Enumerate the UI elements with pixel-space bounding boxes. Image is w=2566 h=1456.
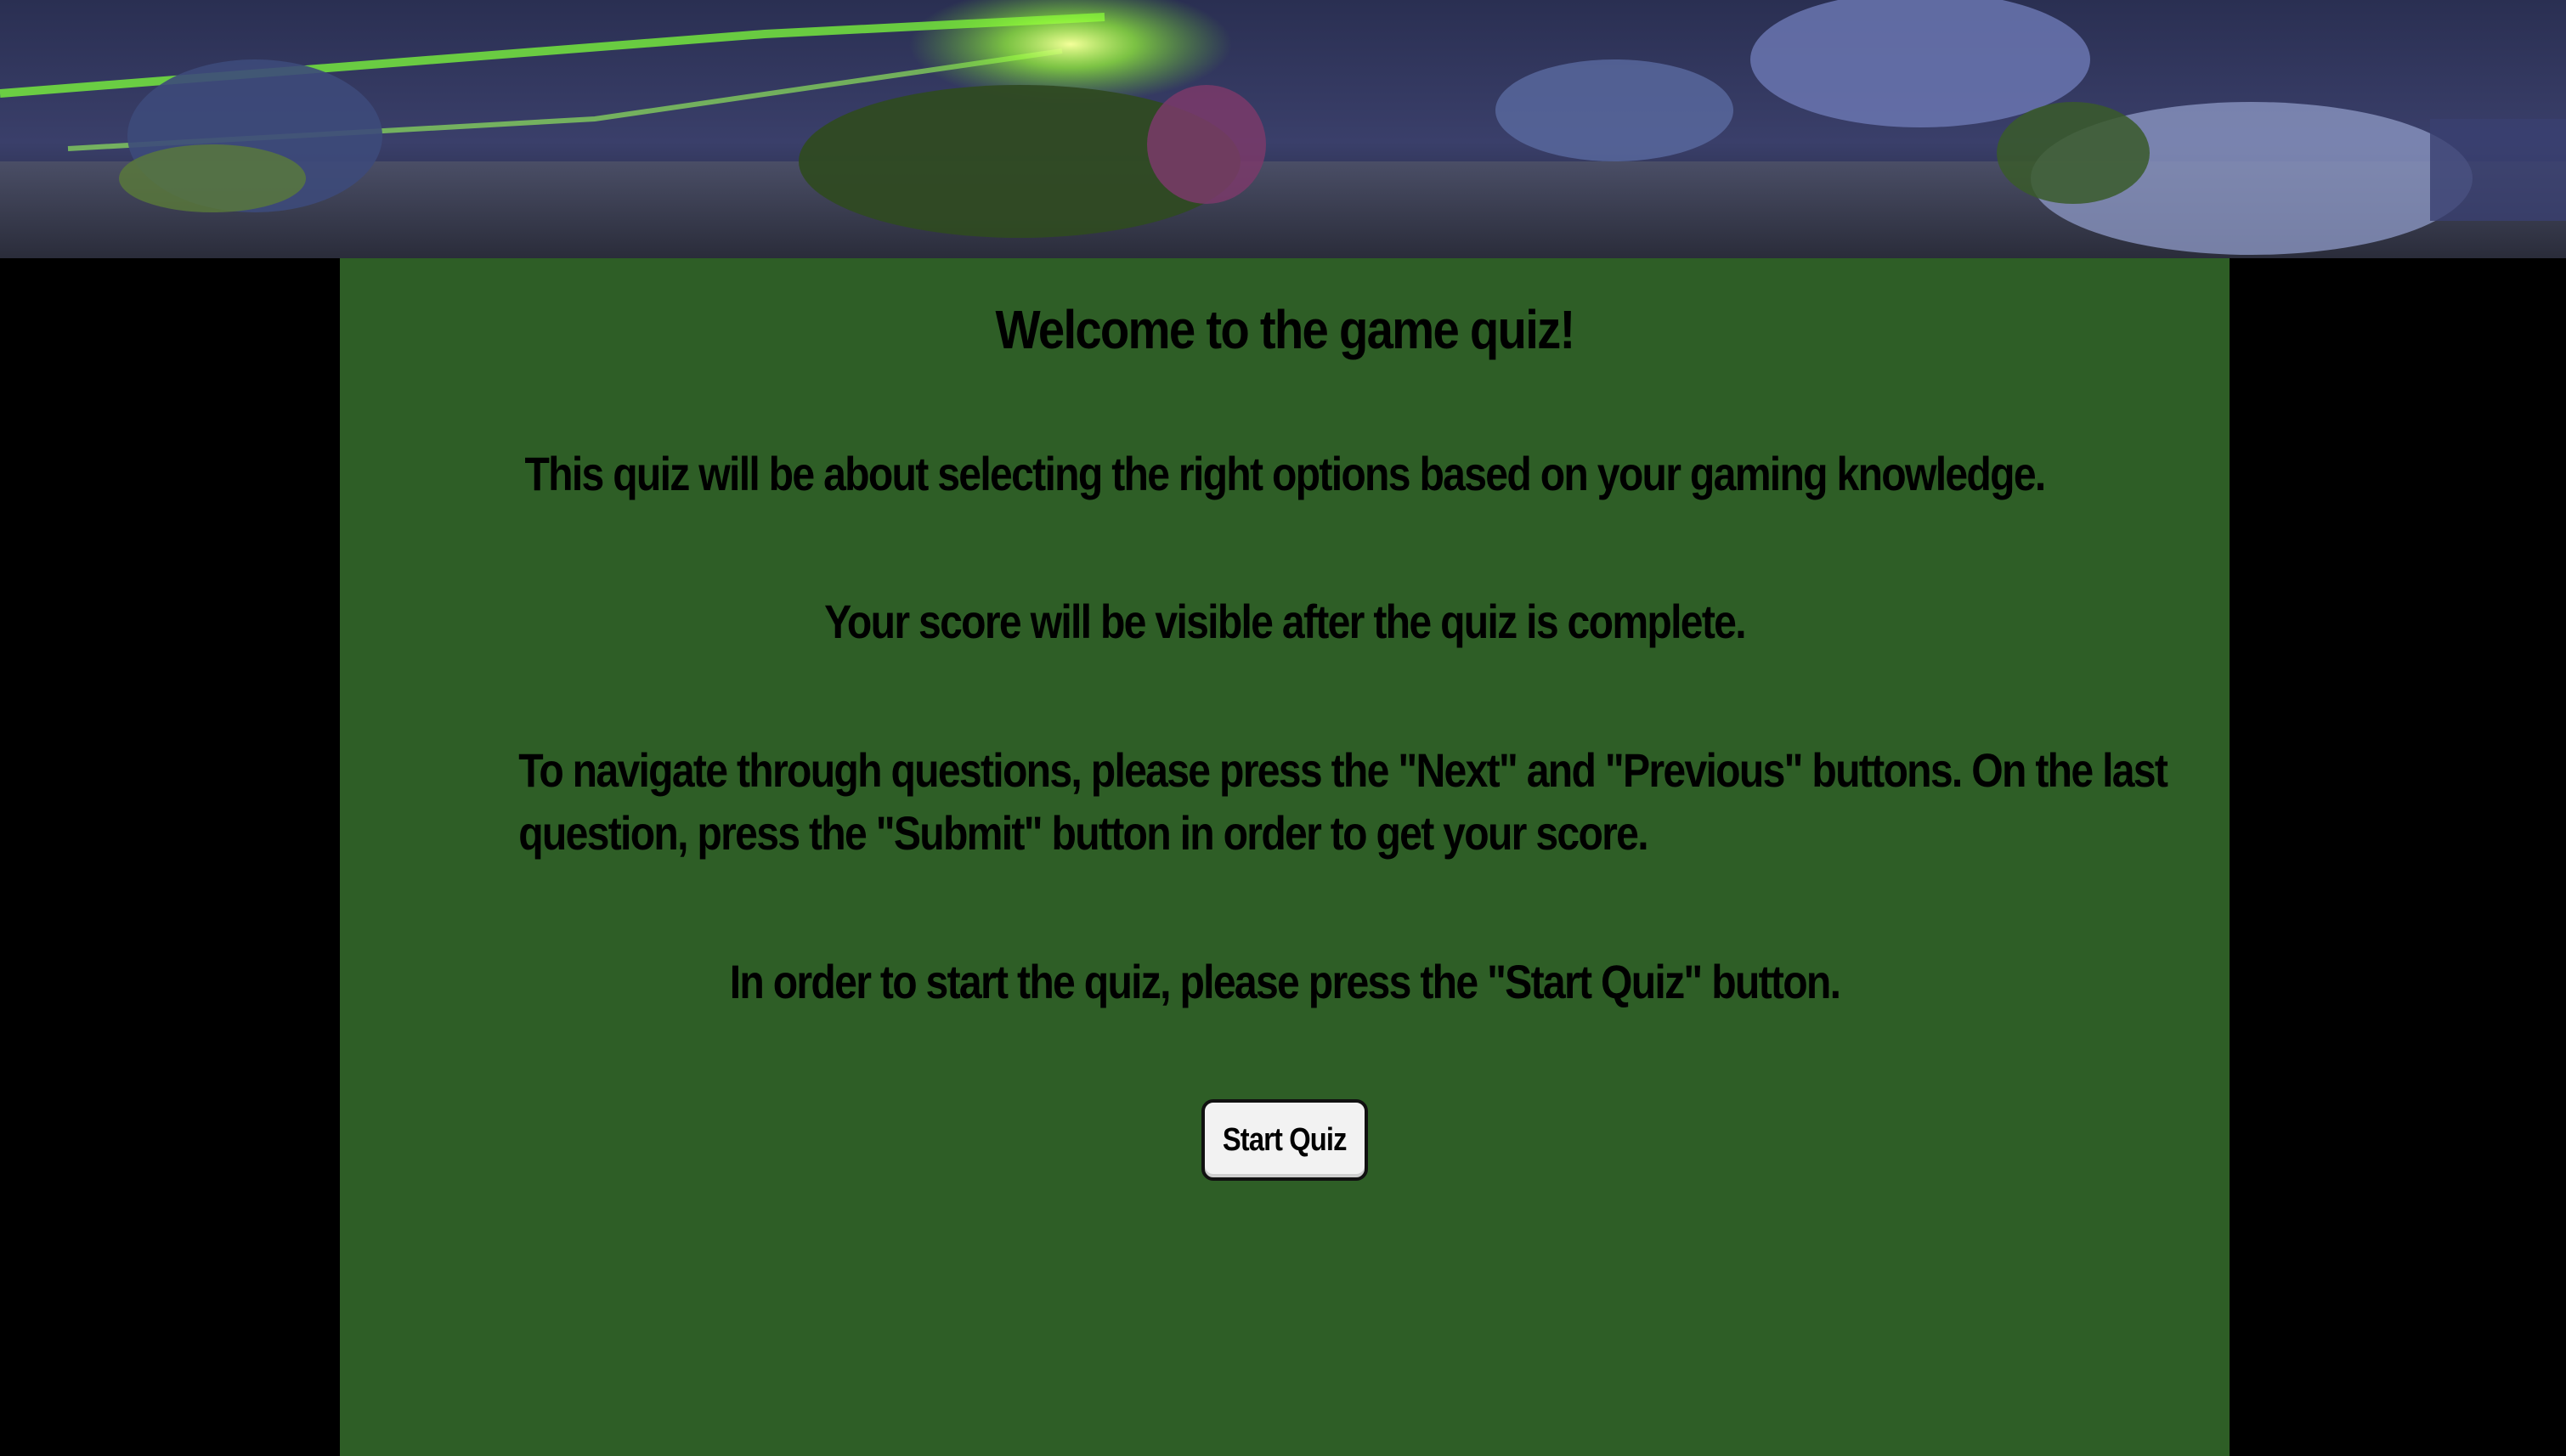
start-quiz-button-label: Start Quiz xyxy=(1223,1122,1348,1158)
intro-about-text: This quiz will be about selecting the ri… xyxy=(524,447,2046,500)
intro-start-text: In order to start the quiz, please press… xyxy=(729,955,1841,1008)
page: Welcome to the game quiz! This quiz will… xyxy=(0,0,2566,1456)
quiz-intro-panel: Welcome to the game quiz! This quiz will… xyxy=(340,258,2230,1456)
banner-image xyxy=(0,0,2566,258)
intro-score-text: Your score will be visible after the qui… xyxy=(824,595,1747,648)
start-quiz-button[interactable]: Start Quiz xyxy=(1201,1099,1368,1181)
banner-artwork xyxy=(0,0,2566,258)
intro-navigation-text: To navigate through questions, please pr… xyxy=(518,743,2168,860)
page-title: Welcome to the game quiz! xyxy=(995,299,1576,360)
